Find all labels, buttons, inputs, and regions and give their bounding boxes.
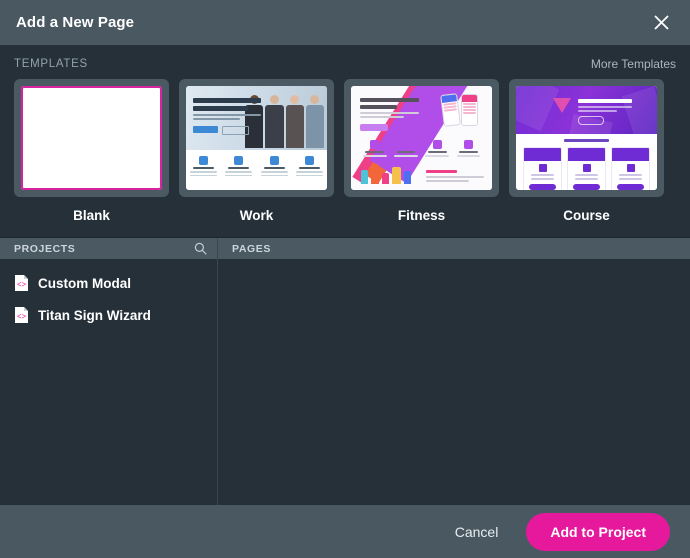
templates-header: TEMPLATES More Templates (14, 45, 676, 79)
pages-list (218, 259, 690, 505)
project-list-item[interactable]: <> Titan Sign Wizard (0, 299, 217, 331)
template-thumb-frame (509, 79, 664, 197)
course-pricing (516, 134, 657, 190)
add-to-project-button[interactable]: Add to Project (526, 512, 670, 551)
template-thumb-frame (179, 79, 334, 197)
close-icon[interactable] (648, 10, 674, 36)
fitness-illustration (359, 158, 418, 184)
template-thumb-frame (344, 79, 499, 197)
panels-area: PROJECTS <> Custom Modal <> Titan Sign W… (0, 237, 690, 505)
more-templates-link[interactable]: More Templates (591, 57, 676, 71)
fitness-features (351, 140, 492, 157)
template-card-fitness[interactable]: Fitness (344, 79, 499, 223)
fitness-section-text (425, 170, 484, 184)
template-card-blank[interactable]: Blank (14, 79, 169, 223)
fitness-phone-mockups (440, 93, 478, 127)
templates-section: TEMPLATES More Templates Blank Work Fitn… (0, 45, 690, 237)
template-label: Fitness (397, 208, 446, 223)
dialog-titlebar: Add a New Page (0, 0, 690, 45)
templates-row: Blank Work Fitness Course (14, 79, 676, 237)
dialog-footer: Cancel Add to Project (0, 505, 690, 558)
code-file-icon: <> (14, 306, 29, 324)
work-features (186, 150, 327, 190)
template-preview-fitness (351, 86, 492, 190)
projects-panel: PROJECTS <> Custom Modal <> Titan Sign W… (0, 238, 218, 505)
project-name: Titan Sign Wizard (38, 307, 151, 323)
work-hero (186, 86, 327, 151)
fitness-hero-text (360, 98, 420, 131)
projects-panel-label: PROJECTS (14, 242, 76, 255)
pages-panel-label: PAGES (232, 242, 271, 255)
pages-panel: PAGES (218, 238, 690, 505)
projects-list: <> Custom Modal <> Titan Sign Wizard (0, 259, 217, 505)
svg-text:<>: <> (17, 280, 27, 289)
template-label: Work (239, 208, 274, 223)
template-thumb-frame (14, 79, 169, 197)
pages-panel-header: PAGES (218, 238, 690, 259)
work-hero-text (193, 98, 261, 135)
add-new-page-dialog: Add a New Page TEMPLATES More Templates … (0, 0, 690, 558)
template-label: Course (563, 208, 610, 223)
templates-label: TEMPLATES (14, 58, 88, 70)
course-hero-text (578, 99, 632, 126)
project-list-item[interactable]: <> Custom Modal (0, 267, 217, 299)
template-card-course[interactable]: Course (509, 79, 664, 223)
template-preview-work (186, 86, 327, 190)
dialog-title: Add a New Page (16, 14, 135, 31)
search-icon[interactable] (194, 242, 207, 255)
cancel-button[interactable]: Cancel (445, 518, 509, 546)
code-file-icon: <> (14, 274, 29, 292)
svg-text:<>: <> (17, 312, 27, 321)
projects-panel-header: PROJECTS (0, 238, 217, 259)
fitness-bottom (351, 158, 492, 184)
project-name: Custom Modal (38, 275, 131, 291)
course-logo-icon (552, 98, 571, 114)
template-preview-blank (21, 86, 162, 190)
course-hero (516, 86, 657, 134)
template-preview-course (516, 86, 657, 190)
template-label: Blank (73, 208, 110, 223)
template-card-work[interactable]: Work (179, 79, 334, 223)
